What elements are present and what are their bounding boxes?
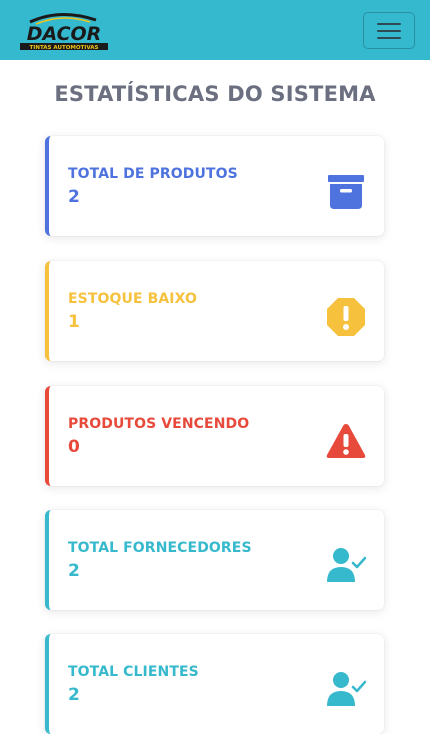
stat-card-label: TOTAL CLIENTES bbox=[68, 664, 199, 680]
archive-box-icon bbox=[326, 172, 366, 212]
stat-card-total-produtos[interactable]: TOTAL DE PRODUTOS 2 bbox=[45, 136, 384, 236]
warning-triangle-icon bbox=[326, 422, 366, 462]
brand-logo[interactable]: DACOR TINTAS AUTOMOTIVAS bbox=[16, 10, 112, 52]
warning-octagon-icon bbox=[326, 297, 366, 337]
stat-card-value: 2 bbox=[68, 561, 80, 581]
stat-card-produtos-vencendo[interactable]: PRODUTOS VENCENDO 0 bbox=[45, 386, 384, 486]
user-check-icon bbox=[326, 670, 366, 710]
stat-card-total-clientes[interactable]: TOTAL CLIENTES 2 bbox=[45, 634, 384, 734]
logo-text: DACOR bbox=[27, 23, 102, 45]
stat-card-estoque-baixo[interactable]: ESTOQUE BAIXO 1 bbox=[45, 261, 384, 361]
stat-card-value: 0 bbox=[68, 437, 80, 457]
user-check-icon bbox=[326, 546, 366, 586]
stat-card-label: TOTAL DE PRODUTOS bbox=[68, 166, 238, 182]
stat-card-label: PRODUTOS VENCENDO bbox=[68, 416, 250, 432]
stat-card-label: TOTAL FORNECEDORES bbox=[68, 540, 252, 556]
navbar: DACOR TINTAS AUTOMOTIVAS bbox=[0, 0, 430, 60]
stat-card-total-fornecedores[interactable]: TOTAL FORNECEDORES 2 bbox=[45, 510, 384, 610]
stat-card-value: 2 bbox=[68, 685, 80, 705]
logo-subtext: TINTAS AUTOMOTIVAS bbox=[30, 45, 99, 51]
page-title: ESTATÍSTICAS DO SISTEMA bbox=[54, 82, 376, 106]
stat-card-value: 1 bbox=[68, 312, 80, 332]
stat-card-value: 2 bbox=[68, 187, 80, 207]
stat-card-label: ESTOQUE BAIXO bbox=[68, 291, 198, 307]
menu-toggle-button[interactable] bbox=[363, 12, 415, 49]
